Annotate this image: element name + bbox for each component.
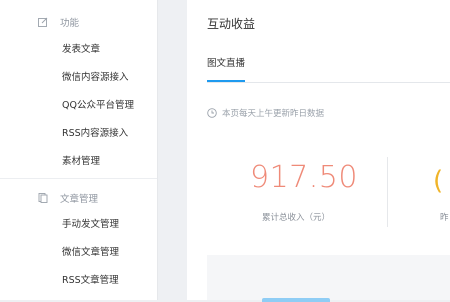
sidebar-item-rss-source[interactable]: RSS内容源接入: [62, 125, 128, 139]
tabs-divider: [207, 82, 450, 83]
sidebar-divider: [0, 178, 157, 179]
total-income-label: 累计总收入（元）: [262, 213, 331, 223]
sidebar-item-wechat-articles[interactable]: 微信文章管理: [62, 244, 119, 258]
stats-separator: [387, 157, 388, 227]
main-panel: 互动收益 图文直播 本页每天上午更新昨日数据 917.50 累计总收入（元） (…: [187, 0, 450, 302]
yesterday-income-label: 昨: [440, 213, 449, 223]
sidebar-item-publish-article[interactable]: 发表文章: [62, 41, 100, 55]
section-header-functions: 功能: [38, 15, 80, 29]
sidebar-item-rss-articles[interactable]: RSS文章管理: [62, 272, 119, 286]
bottom-section: [207, 255, 450, 300]
sidebar-item-materials[interactable]: 素材管理: [62, 153, 100, 167]
sidebar-item-qq-platform[interactable]: QQ公众平台管理: [62, 97, 134, 111]
section-title: 文章管理: [60, 194, 99, 205]
tab-text-live[interactable]: 图文直播: [207, 55, 245, 69]
sidebar: 功能 发表文章 微信内容源接入 QQ公众平台管理 RSS内容源接入 素材管理 文…: [0, 0, 158, 300]
update-notice-text: 本页每天上午更新昨日数据: [222, 109, 325, 119]
edit-icon: [38, 17, 48, 27]
bottom-action-button[interactable]: [262, 298, 330, 302]
clock-icon: [207, 108, 217, 118]
total-income-value: 917.50: [250, 160, 358, 195]
page-title: 互动收益: [207, 17, 256, 31]
section-header-article-management: 文章管理: [38, 191, 99, 205]
update-notice: 本页每天上午更新昨日数据: [207, 107, 324, 119]
sidebar-item-wechat-source[interactable]: 微信内容源接入: [62, 69, 129, 83]
sidebar-item-manual-posts[interactable]: 手动发文管理: [62, 216, 119, 230]
section-title: 功能: [60, 18, 80, 29]
yesterday-income-value: (: [433, 166, 444, 196]
document-icon: [38, 193, 48, 203]
